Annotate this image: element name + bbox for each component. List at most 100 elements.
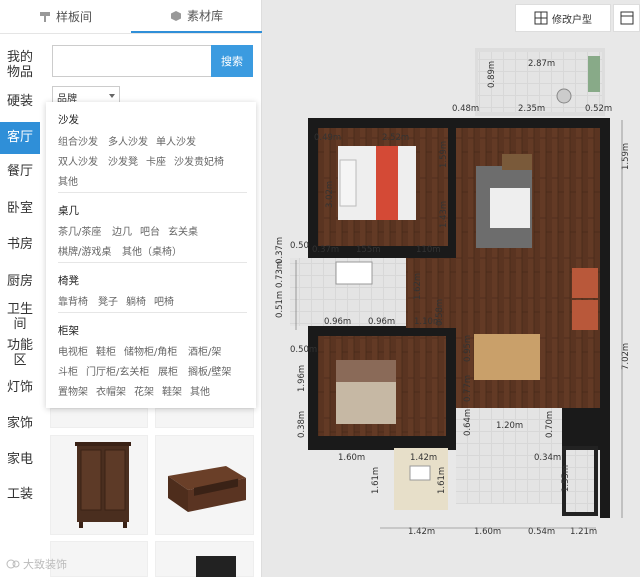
dim-label: 0.77m <box>463 375 473 402</box>
menu-item[interactable]: 组合沙发 <box>58 133 98 148</box>
menu-item[interactable]: 茶几/茶座 <box>58 223 101 238</box>
menu-item[interactable]: 沙发贵妃椅 <box>174 153 224 168</box>
dim-label: 0.52m <box>585 104 612 114</box>
category-label: 卫生间 <box>7 302 34 332</box>
modify-floorplan-button[interactable]: 修改户型 <box>515 4 611 32</box>
menu-item[interactable]: 其他（桌椅） <box>122 243 182 258</box>
divider <box>58 312 247 313</box>
tab-label: 素材库 <box>186 9 223 23</box>
floorplan-icon <box>534 11 548 25</box>
category-appliances[interactable]: 家电 <box>0 452 40 467</box>
cabinet-image <box>75 442 131 528</box>
menu-item[interactable]: 衣帽架 <box>96 383 126 398</box>
dim-label: 0.70m <box>545 411 555 438</box>
bed-blanket <box>376 146 398 220</box>
menu-item[interactable]: 鞋柜 <box>96 343 116 358</box>
category-living-room[interactable]: 客厅 <box>0 122 40 154</box>
menu-item[interactable]: 置物架 <box>58 383 88 398</box>
tab-sample-room[interactable]: 样板间 <box>0 0 131 33</box>
dining-table-icon <box>474 334 540 380</box>
group-title-sofa: 沙发 <box>58 114 79 126</box>
app-window: 样板间 素材库 我的物品 硬装 客厅 餐厅 卧室 书房 厨房 卫生间 功能区 灯… <box>0 0 640 577</box>
product-thumbnail[interactable] <box>155 408 254 428</box>
menu-item[interactable]: 电视柜 <box>58 343 88 358</box>
category-functional[interactable]: 功能区 <box>0 338 40 368</box>
menu-item[interactable]: 酒柜/架 <box>188 343 221 358</box>
watermark-text: 大致装饰 <box>23 558 67 571</box>
product-thumbnail[interactable] <box>155 435 254 535</box>
category-commercial[interactable]: 工装 <box>0 487 40 502</box>
menu-item[interactable]: 其他 <box>190 383 210 398</box>
menu-item[interactable]: 棋牌/游戏桌 <box>58 243 111 258</box>
menu-item[interactable]: 花架 <box>134 383 154 398</box>
dim-label: 2.87m <box>528 59 555 69</box>
dim-label: 1.60m <box>474 527 501 537</box>
category-dining-room[interactable]: 餐厅 <box>0 164 40 179</box>
dim-label: 2.35m <box>518 104 545 114</box>
dim-label: 1.96m <box>297 365 307 392</box>
floor-plan-canvas[interactable]: 2.87m 2.35m 0.52m 0.48m 0.89m 0.49m 2.52… <box>262 0 640 577</box>
coffee-table-icon <box>490 188 530 228</box>
menu-item[interactable]: 其他 <box>58 173 78 188</box>
tab-label: 样板间 <box>55 10 92 24</box>
product-thumbnail[interactable] <box>50 435 148 535</box>
side-table-icon <box>502 154 532 170</box>
dim-label: 0.38m <box>297 411 307 438</box>
menu-item[interactable]: 单人沙发 <box>156 133 196 148</box>
dim-label: 1.55m <box>561 465 571 492</box>
menu-item[interactable]: 斗柜 <box>58 363 78 378</box>
dim-label: 0.49m <box>314 133 341 143</box>
dim-label: 0.54m <box>528 527 555 537</box>
menu-item[interactable]: 靠背椅 <box>58 293 88 308</box>
menu-item[interactable]: 凳子 <box>98 293 118 308</box>
menu-item[interactable]: 搁板/壁架 <box>188 363 231 378</box>
menu-item[interactable]: 展柜 <box>158 363 178 378</box>
watermark: 大致装饰 <box>6 556 67 572</box>
dim-label: 0.89m <box>487 61 497 88</box>
dim-label: 0.64m <box>463 409 473 436</box>
search-button[interactable]: 搜索 <box>211 45 253 77</box>
category-bathroom[interactable]: 卫生间 <box>0 302 40 332</box>
plant-icon <box>588 56 600 92</box>
menu-item[interactable]: 边几 <box>112 223 132 238</box>
menu-item[interactable]: 储物柜/角柜 <box>124 343 177 358</box>
dim-label: 1.42m <box>408 527 435 537</box>
menu-item[interactable]: 鞋架 <box>162 383 182 398</box>
menu-item[interactable]: 吧椅 <box>154 293 174 308</box>
dim-label: 1.42m <box>410 453 437 463</box>
dim-label: 1.60m <box>338 453 365 463</box>
dim-label: 1.59m <box>439 141 449 168</box>
menu-item[interactable]: 双人沙发 <box>58 153 98 168</box>
category-label: 我的物品 <box>7 50 34 80</box>
category-hard-decor[interactable]: 硬装 <box>0 94 40 109</box>
divider <box>58 192 247 193</box>
category-study[interactable]: 书房 <box>0 237 40 252</box>
product-thumbnail[interactable] <box>50 408 148 428</box>
menu-item[interactable]: 吧台 <box>140 223 160 238</box>
menu-item[interactable]: 沙发凳 <box>108 153 138 168</box>
dim-label: 0.51m <box>275 291 285 318</box>
product-thumbnail[interactable] <box>155 541 254 577</box>
category-lighting[interactable]: 灯饰 <box>0 380 40 395</box>
category-my-items[interactable]: 我的物品 <box>0 50 40 80</box>
tab-material-library[interactable]: 素材库 <box>131 0 262 33</box>
dim-label: 0.50 <box>290 241 309 251</box>
dim-label: 0.48m <box>452 104 479 114</box>
menu-item[interactable]: 门厅柜/玄关柜 <box>86 363 149 378</box>
group-title-table: 桌几 <box>58 205 79 217</box>
menu-item[interactable]: 卡座 <box>146 153 166 168</box>
menu-item[interactable]: 多人沙发 <box>108 133 148 148</box>
dim-label: 110m <box>416 245 441 255</box>
search-input[interactable] <box>52 45 211 77</box>
category-bedroom[interactable]: 卧室 <box>0 201 40 216</box>
tv-stand-image <box>168 466 246 512</box>
layout-icon <box>620 11 633 25</box>
dim-label: 3.02m <box>325 181 335 208</box>
menu-item[interactable]: 玄关桌 <box>168 223 198 238</box>
category-home-decor[interactable]: 家饰 <box>0 416 40 431</box>
dim-label: 1.62m <box>413 273 423 300</box>
category-kitchen[interactable]: 厨房 <box>0 274 40 289</box>
layers-button[interactable] <box>613 4 640 32</box>
menu-item[interactable]: 躺椅 <box>126 293 146 308</box>
cabinet-icon <box>572 268 598 298</box>
